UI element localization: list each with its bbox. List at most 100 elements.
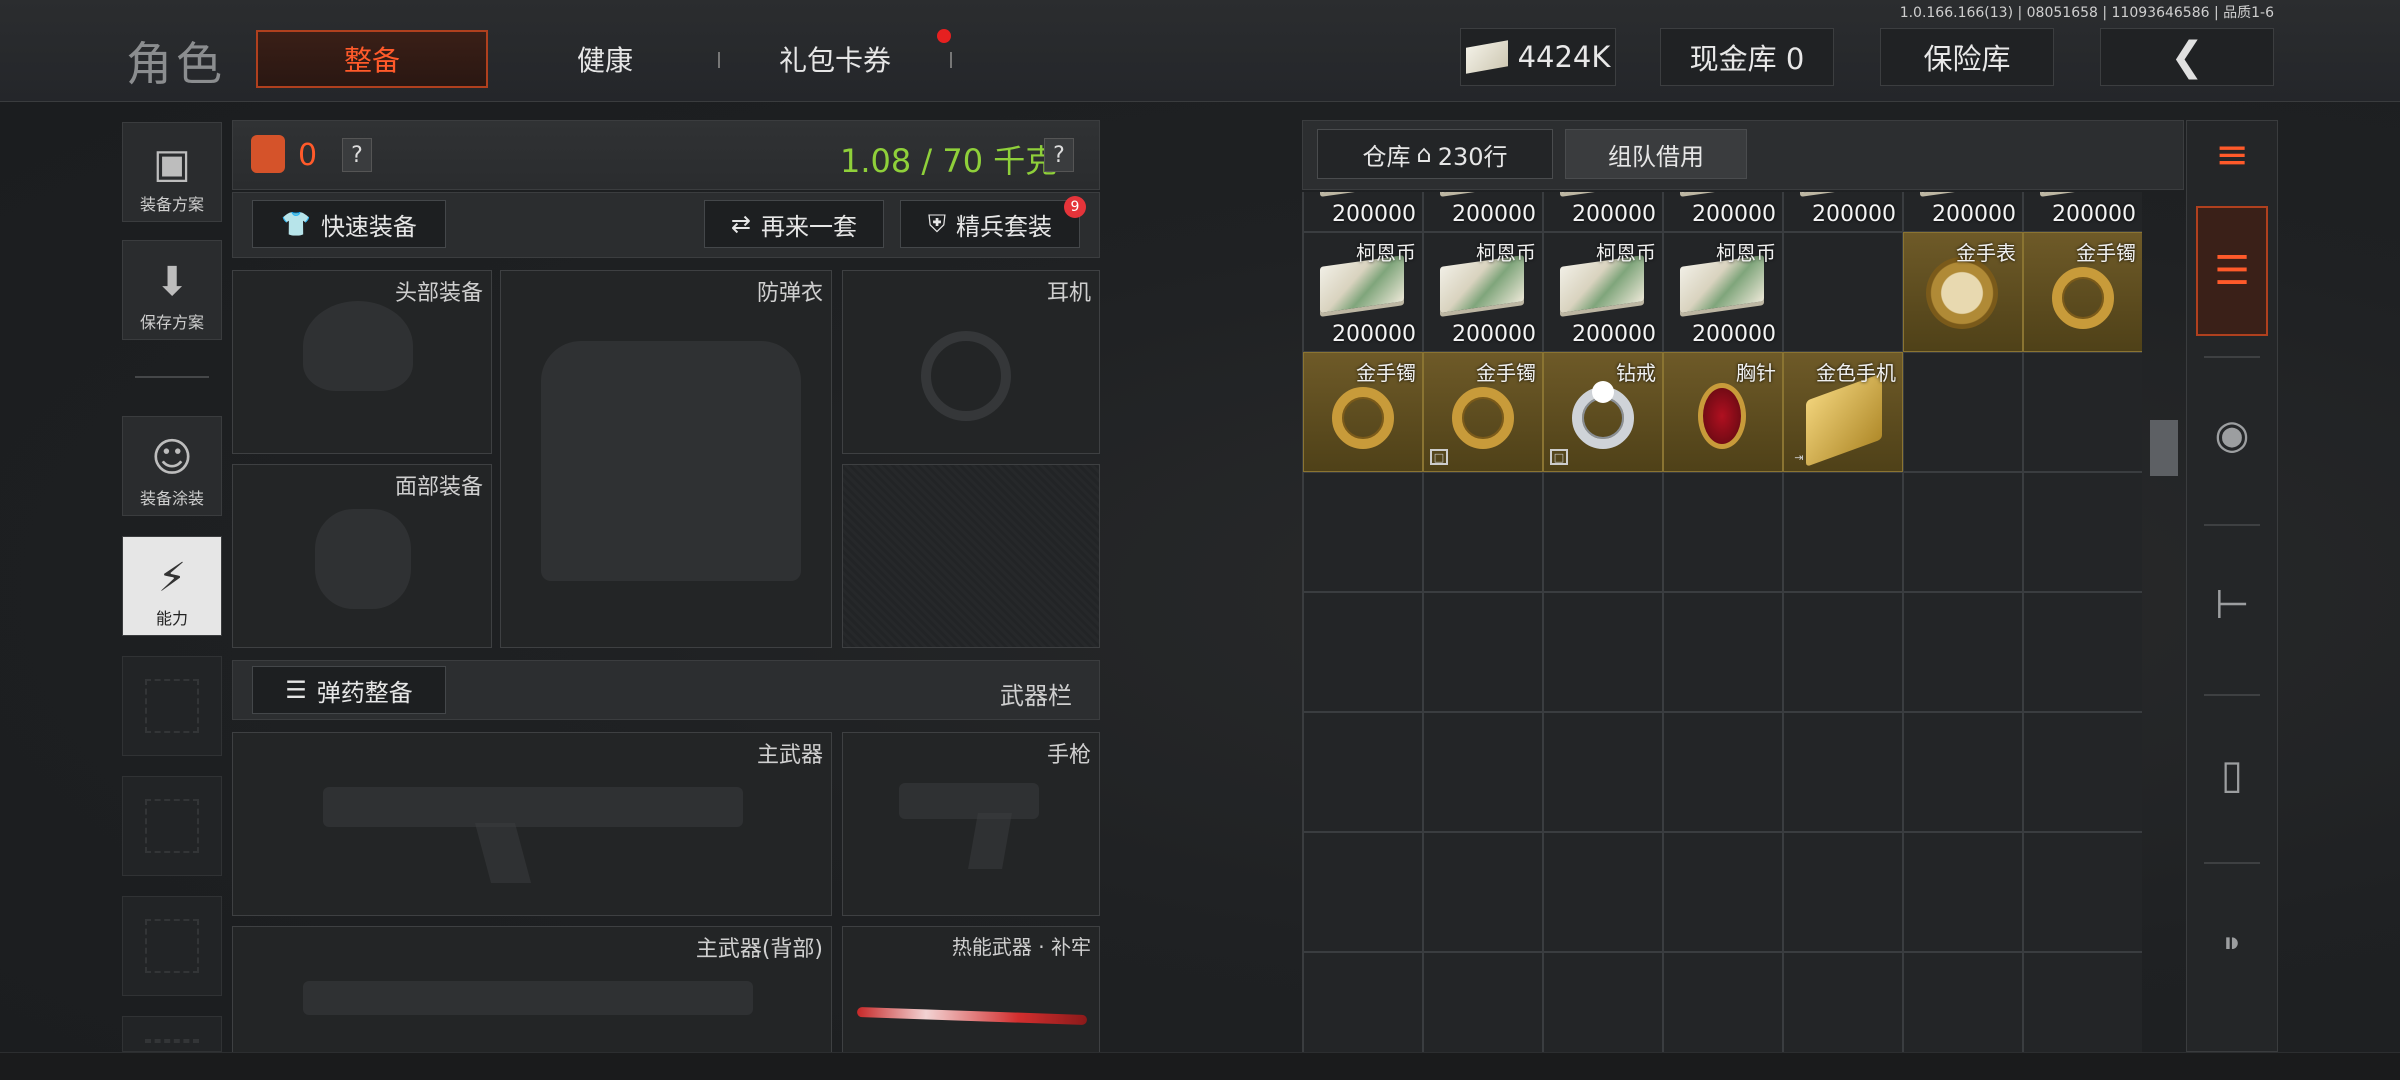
quick-equip-button[interactable]: 👕 快速装备: [252, 200, 446, 248]
storage-cell[interactable]: 柯恩币 200000: [1663, 232, 1783, 352]
storage-cell-empty[interactable]: [2023, 592, 2142, 712]
storage-cell-empty[interactable]: [1903, 352, 2023, 472]
storage-cell-empty[interactable]: [1543, 712, 1663, 832]
rifle-icon[interactable]: ⊢: [2196, 540, 2268, 670]
cash-vault-button[interactable]: 现金库 0: [1660, 28, 1834, 86]
tab-equip[interactable]: 整备: [256, 30, 488, 88]
tab-health[interactable]: 健康: [520, 30, 690, 88]
slot-primary-back[interactable]: 主武器(背部): [232, 926, 832, 1054]
storage-cell-empty[interactable]: [1663, 712, 1783, 832]
storage-cell-empty[interactable]: [1903, 592, 2023, 712]
storage-cell-empty[interactable]: [1423, 472, 1543, 592]
storage-cell[interactable]: 柯恩币 200000: [1303, 232, 1423, 352]
storage-scrollbar[interactable]: [2150, 420, 2178, 476]
again-button[interactable]: ⇄ 再来一套: [704, 200, 884, 248]
storage-grid[interactable]: 200000 200000 200000 200000 200000 20000…: [1302, 192, 2142, 1052]
sort-refresh-icon[interactable]: ≡: [2196, 90, 2268, 220]
storage-cell-empty[interactable]: [1423, 832, 1543, 952]
storage-cell[interactable]: 柯恩币 200000: [1423, 232, 1543, 352]
storage-cell-empty[interactable]: [1663, 592, 1783, 712]
armor-silhouette: [541, 341, 801, 581]
storage-cell-empty[interactable]: [1303, 832, 1423, 952]
stack-icon[interactable]: ☰: [2196, 206, 2268, 336]
storage-cell[interactable]: 200000: [2023, 192, 2142, 232]
sidebar-item-ability[interactable]: ⚡ 能力: [122, 536, 222, 636]
storage-cell-empty[interactable]: [1543, 472, 1663, 592]
tab-team-borrow[interactable]: 组队借用: [1565, 129, 1747, 179]
storage-cell[interactable]: 金色手机 ⇥: [1783, 352, 1903, 472]
sidebar-item-loadout-plan[interactable]: ▣ 装备方案: [122, 122, 222, 222]
storage-cell[interactable]: 200000: [1783, 192, 1903, 232]
storage-cell-empty[interactable]: [1423, 592, 1543, 712]
tab-gift-cards[interactable]: 礼包卡券: [740, 30, 930, 88]
storage-cell-empty[interactable]: [1303, 712, 1423, 832]
slot-earphone[interactable]: 耳机: [842, 270, 1100, 454]
storage-cell-empty[interactable]: [1303, 952, 1423, 1052]
storage-cell-empty[interactable]: [2023, 952, 2142, 1052]
storage-cell[interactable]: 200000: [1903, 192, 2023, 232]
storage-cell-empty[interactable]: [1903, 832, 2023, 952]
storage-cell[interactable]: 胸针: [1663, 352, 1783, 472]
storage-cell-empty[interactable]: [1783, 592, 1903, 712]
storage-cell-empty[interactable]: [1303, 472, 1423, 592]
storage-cell[interactable]: 200000: [1303, 192, 1423, 232]
magazine-icon[interactable]: ▯: [2196, 710, 2268, 840]
money-display: 4424K: [1460, 28, 1616, 86]
storage-cell[interactable]: 金手镯 □: [1423, 352, 1543, 472]
slot-armor[interactable]: 防弹衣: [500, 270, 832, 648]
storage-cell-empty[interactable]: [1903, 472, 2023, 592]
storage-cell-empty[interactable]: [2023, 712, 2142, 832]
insurance-vault-button[interactable]: 保险库: [1880, 28, 2054, 86]
storage-cell-empty[interactable]: [2023, 352, 2142, 472]
bullet-icon[interactable]: ⁍: [2196, 880, 2268, 1010]
storage-cell-empty[interactable]: [1543, 832, 1663, 952]
gold-bracelet-image: [1332, 387, 1394, 449]
storage-cell-empty[interactable]: [1543, 952, 1663, 1052]
storage-cell-empty[interactable]: [1303, 592, 1423, 712]
storage-cell[interactable]: 柯恩币 200000: [1543, 232, 1663, 352]
storage-cell-empty[interactable]: [1423, 712, 1543, 832]
ammo-prep-button[interactable]: ☰ 弹药整备: [252, 666, 446, 714]
weight-help-button[interactable]: ?: [1044, 138, 1074, 172]
storage-cell-empty[interactable]: [1663, 952, 1783, 1052]
storage-cell-empty[interactable]: [1423, 952, 1543, 1052]
item-name: 金手镯: [1476, 361, 1536, 385]
storage-cell-empty[interactable]: [1663, 832, 1783, 952]
storage-cell-empty[interactable]: [1903, 952, 2023, 1052]
help-button[interactable]: ?: [342, 138, 372, 172]
sidebar-item-save-plan[interactable]: ⬇ 保存方案: [122, 240, 222, 340]
storage-cell[interactable]: 钻戒 □: [1543, 352, 1663, 472]
slot-head[interactable]: 头部装备: [232, 270, 492, 454]
chevron-left-icon: ❮: [2170, 34, 2204, 80]
storage-cell[interactable]: 金手表: [1903, 232, 2023, 352]
storage-cell[interactable]: 200000: [1663, 192, 1783, 232]
helmet-icon[interactable]: ◉: [2196, 370, 2268, 500]
storage-cell-empty[interactable]: [1663, 472, 1783, 592]
storage-cell-empty[interactable]: [1783, 712, 1903, 832]
storage-cell-empty[interactable]: [1903, 712, 2023, 832]
item-value: 200000: [1332, 202, 1416, 227]
vest-icon: ▣: [153, 141, 191, 187]
storage-cell[interactable]: 200000: [1543, 192, 1663, 232]
sidebar-empty-slot: [122, 656, 222, 756]
tab-warehouse[interactable]: 仓库 ⌂ 230行: [1317, 129, 1553, 179]
box-icon: □: [1550, 449, 1568, 465]
elite-set-button[interactable]: ⛨ 精兵套装: [900, 200, 1080, 248]
slot-primary[interactable]: 主武器: [232, 732, 832, 916]
slot-melee[interactable]: 热能武器 · 补牢: [842, 926, 1100, 1054]
storage-cell-empty[interactable]: [2023, 472, 2142, 592]
slot-pistol[interactable]: 手枪: [842, 732, 1100, 916]
storage-cell-empty[interactable]: [1783, 472, 1903, 592]
storage-cell-empty[interactable]: [1783, 952, 1903, 1052]
back-button[interactable]: ❮: [2100, 28, 2274, 86]
storage-cell[interactable]: 金手镯: [1303, 352, 1423, 472]
sidebar-item-skin[interactable]: ☺ 装备涂装: [122, 416, 222, 516]
slot-face[interactable]: 面部装备: [232, 464, 492, 648]
storage-cell-empty[interactable]: [1783, 232, 1903, 352]
storage-cell-empty[interactable]: [1783, 832, 1903, 952]
list-icon: ☰: [285, 676, 307, 704]
storage-cell[interactable]: 200000: [1423, 192, 1543, 232]
storage-cell[interactable]: 金手镯: [2023, 232, 2142, 352]
storage-cell-empty[interactable]: [1543, 592, 1663, 712]
storage-cell-empty[interactable]: [2023, 832, 2142, 952]
